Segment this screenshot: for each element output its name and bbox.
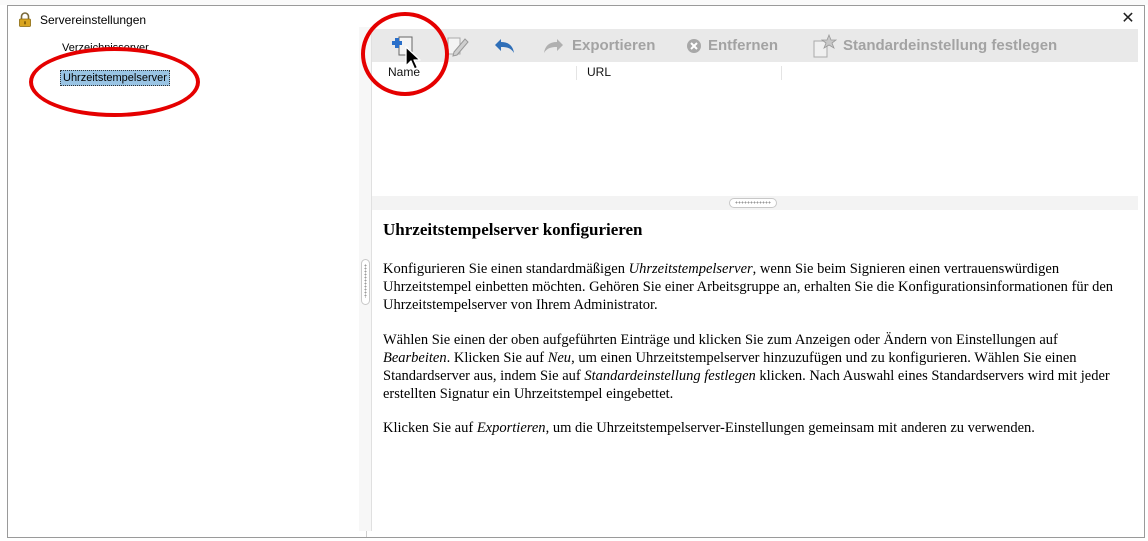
list-header: Name URL (372, 62, 1138, 88)
server-list[interactable] (372, 80, 1138, 196)
toolbar: Exportieren Entfernen Standardeinstellun… (372, 29, 1138, 62)
sidebar-item-directory-server[interactable]: Verzeichnisserver (60, 41, 151, 55)
help-title: Uhrzeitstempelserver konfigurieren (383, 220, 643, 239)
column-header-url[interactable]: URL (587, 65, 611, 79)
set-default-label: Standardeinstellung festlegen (843, 37, 1058, 54)
vertical-splitter[interactable] (359, 27, 372, 531)
help-panel: Uhrzeitstempelserver konfigurieren Konfi… (383, 220, 1123, 454)
help-paragraph: Klicken Sie auf Exportieren, um die Uhrz… (383, 420, 1035, 437)
edit-pencil-icon (447, 37, 469, 57)
undo-arrow-icon (495, 38, 514, 53)
remove-circle-x-icon (687, 38, 701, 53)
default-star-icon (813, 33, 837, 57)
splitter-grip-icon[interactable] (729, 198, 777, 208)
set-default-button[interactable]: Standardeinstellung festlegen (811, 29, 1057, 62)
mouse-cursor-icon (405, 46, 421, 70)
help-paragraph: Konfigurieren Sie einen standardmäßigen … (383, 261, 1114, 314)
edit-button[interactable] (444, 29, 470, 62)
export-label: Exportieren (572, 37, 656, 54)
close-icon: ✕ (1121, 10, 1135, 27)
dialog-title: Servereinstellungen (40, 13, 147, 27)
help-paragraph: Wählen Sie einen der oben aufgeführten E… (383, 331, 1110, 403)
splitter-grip-icon[interactable] (361, 259, 370, 305)
remove-button[interactable]: Entfernen (686, 29, 778, 62)
remove-label: Entfernen (708, 37, 779, 54)
category-sidebar: Verzeichnisserver Uhrzeitstempelserver (9, 33, 367, 537)
import-button[interactable] (492, 29, 518, 62)
sidebar-item-timestamp-server[interactable]: Uhrzeitstempelserver (60, 70, 170, 86)
redo-arrow-icon (544, 38, 563, 53)
sidebar-item-label: Verzeichnisserver (62, 42, 149, 54)
export-button[interactable]: Exportieren (540, 29, 655, 62)
close-button[interactable]: ✕ (1118, 9, 1138, 29)
horizontal-splitter[interactable] (372, 196, 1138, 210)
sidebar-item-label: Uhrzeitstempelserver (63, 72, 167, 84)
lock-icon (19, 12, 31, 27)
